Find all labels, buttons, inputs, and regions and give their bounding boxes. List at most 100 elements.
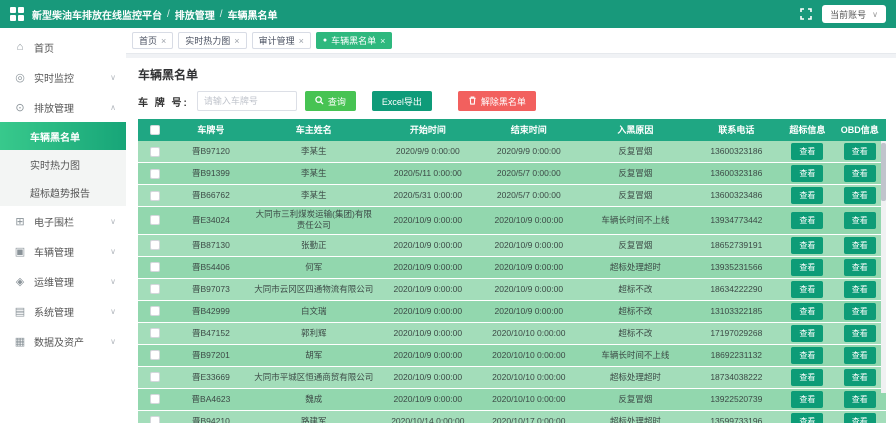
table-scrollbar bbox=[881, 141, 886, 393]
tab-label: 实时热力图 bbox=[185, 34, 230, 47]
view-exceed-info-button[interactable]: 查看 bbox=[791, 303, 823, 320]
data-icon: ▦ bbox=[14, 335, 26, 348]
cell-phone: 13922520739 bbox=[691, 389, 781, 410]
sidebar-item[interactable]: ◈ 运维管理 ∨ bbox=[0, 266, 126, 296]
table-row: 晋B91399 李某生 2020/5/11 0:00:00 2020/5/7 0… bbox=[138, 163, 886, 185]
view-exceed-info-button[interactable]: 查看 bbox=[791, 165, 823, 182]
close-icon[interactable]: × bbox=[380, 36, 385, 46]
cell-start-time: 2020/10/9 0:00:00 bbox=[377, 207, 478, 234]
view-exceed-info-button[interactable]: 查看 bbox=[791, 347, 823, 364]
row-checkbox[interactable] bbox=[150, 394, 160, 404]
chevron-up-icon: ∧ bbox=[110, 103, 116, 112]
view-exceed-info-button[interactable]: 查看 bbox=[791, 259, 823, 276]
view-obd-info-button[interactable]: 查看 bbox=[844, 165, 876, 182]
row-checkbox[interactable] bbox=[150, 215, 160, 225]
view-obd-info-button[interactable]: 查看 bbox=[844, 143, 876, 160]
cell-phone: 13600323186 bbox=[691, 163, 781, 184]
view-obd-info-button[interactable]: 查看 bbox=[844, 212, 876, 229]
select-all-checkbox[interactable] bbox=[150, 125, 160, 135]
blacklist-table: 车牌号车主姓名开始时间结束时间入黑原因联系电话超标信息OBD信息 晋B97120… bbox=[138, 119, 886, 393]
sidebar-item[interactable]: ▤ 系统管理 ∨ bbox=[0, 296, 126, 326]
content-card: 车辆黑名单 车 牌 号: 查询 Excel导出 bbox=[126, 58, 896, 423]
account-dropdown[interactable]: 当前账号 ∨ bbox=[822, 5, 886, 23]
tab-审计管理[interactable]: ● 审计管理 × bbox=[252, 32, 311, 49]
view-obd-info-button[interactable]: 查看 bbox=[844, 187, 876, 204]
search-button[interactable]: 查询 bbox=[305, 91, 356, 111]
row-checkbox[interactable] bbox=[150, 147, 160, 157]
table-row: 晋B54406 何军 2020/10/9 0:00:00 2020/10/9 0… bbox=[138, 257, 886, 279]
close-icon[interactable]: × bbox=[299, 36, 304, 46]
cell-phone: 17197029268 bbox=[691, 323, 781, 344]
view-obd-info-button[interactable]: 查看 bbox=[844, 413, 876, 423]
table-header-row: 车牌号车主姓名开始时间结束时间入黑原因联系电话超标信息OBD信息 bbox=[138, 119, 886, 141]
view-exceed-info-button[interactable]: 查看 bbox=[791, 391, 823, 408]
row-checkbox[interactable] bbox=[150, 284, 160, 294]
cell-start-time: 2020/10/9 0:00:00 bbox=[377, 367, 478, 388]
tab-车辆黑名单[interactable]: ● 车辆黑名单 × bbox=[316, 32, 393, 49]
fullscreen-icon[interactable] bbox=[800, 8, 812, 20]
cell-plate: 晋E34024 bbox=[172, 207, 251, 234]
cell-phone: 13934773442 bbox=[691, 207, 781, 234]
remove-blacklist-button[interactable]: 解除黑名单 bbox=[458, 91, 536, 111]
scrollbar-thumb[interactable] bbox=[881, 143, 886, 201]
row-checkbox[interactable] bbox=[150, 328, 160, 338]
view-obd-info-button[interactable]: 查看 bbox=[844, 281, 876, 298]
table-row: 晋B87130 张勤正 2020/10/9 0:00:00 2020/10/9 … bbox=[138, 235, 886, 257]
sidebar-item[interactable]: ▦ 数据及资产 ∨ bbox=[0, 326, 126, 356]
view-obd-info-button[interactable]: 查看 bbox=[844, 303, 876, 320]
tab-label: 审计管理 bbox=[259, 34, 295, 47]
sidebar-item[interactable]: ⊞ 电子围栏 ∨ bbox=[0, 206, 126, 236]
row-checkbox[interactable] bbox=[150, 350, 160, 360]
excel-export-button[interactable]: Excel导出 bbox=[372, 91, 432, 111]
sidebar-item-label: 首页 bbox=[34, 40, 108, 55]
view-exceed-info-button[interactable]: 查看 bbox=[791, 143, 823, 160]
close-icon[interactable]: × bbox=[234, 36, 239, 46]
row-checkbox[interactable] bbox=[150, 169, 160, 179]
sidebar-item-label: 车辆管理 bbox=[34, 244, 102, 259]
row-checkbox[interactable] bbox=[150, 240, 160, 250]
plate-number-input[interactable] bbox=[197, 91, 297, 111]
table-row: 晋BA4623 魏成 2020/10/9 0:00:00 2020/10/10 … bbox=[138, 389, 886, 411]
view-exceed-info-button[interactable]: 查看 bbox=[791, 281, 823, 298]
ops-icon: ◈ bbox=[14, 275, 26, 288]
row-checkbox[interactable] bbox=[150, 306, 160, 316]
row-checkbox[interactable] bbox=[150, 262, 160, 272]
cell-end-time: 2020/10/17 0:00:00 bbox=[478, 411, 579, 423]
sidebar-item[interactable]: ⊙ 排放管理 ∧ bbox=[0, 92, 126, 122]
cell-plate: 晋E33669 bbox=[172, 367, 251, 388]
row-checkbox[interactable] bbox=[150, 191, 160, 201]
cell-phone: 18734038222 bbox=[691, 367, 781, 388]
sidebar-item[interactable]: ▣ 车辆管理 ∨ bbox=[0, 236, 126, 266]
cell-end-time: 2020/10/9 0:00:00 bbox=[478, 235, 579, 256]
cell-plate: 晋B42999 bbox=[172, 301, 251, 322]
tab-实时热力图[interactable]: ● 实时热力图 × bbox=[178, 32, 246, 49]
sidebar-subitem[interactable]: 超标趋势报告 bbox=[0, 178, 126, 206]
view-exceed-info-button[interactable]: 查看 bbox=[791, 325, 823, 342]
chevron-down-icon: ∨ bbox=[110, 217, 116, 226]
sidebar-subitem[interactable]: 实时热力图 bbox=[0, 150, 126, 178]
cell-reason: 超标处理超时 bbox=[579, 257, 691, 278]
view-obd-info-button[interactable]: 查看 bbox=[844, 347, 876, 364]
sidebar-item[interactable]: ⌂ 首页 bbox=[0, 32, 126, 62]
view-obd-info-button[interactable]: 查看 bbox=[844, 391, 876, 408]
view-exceed-info-button[interactable]: 查看 bbox=[791, 413, 823, 423]
view-obd-info-button[interactable]: 查看 bbox=[844, 325, 876, 342]
cell-plate: 晋B87130 bbox=[172, 235, 251, 256]
view-obd-info-button[interactable]: 查看 bbox=[844, 259, 876, 276]
row-checkbox[interactable] bbox=[150, 416, 160, 423]
page-title: 车辆黑名单 bbox=[138, 66, 886, 83]
view-obd-info-button[interactable]: 查看 bbox=[844, 237, 876, 254]
view-exceed-info-button[interactable]: 查看 bbox=[791, 237, 823, 254]
close-icon[interactable]: × bbox=[161, 36, 166, 46]
row-checkbox[interactable] bbox=[150, 372, 160, 382]
app-header: 新型柴油车排放在线监控平台 / 排放管理 / 车辆黑名单 当前账号 ∨ bbox=[0, 0, 896, 28]
view-exceed-info-button[interactable]: 查看 bbox=[791, 369, 823, 386]
sidebar-item[interactable]: ◎ 实时监控 ∨ bbox=[0, 62, 126, 92]
view-obd-info-button[interactable]: 查看 bbox=[844, 369, 876, 386]
sidebar-subitem[interactable]: 车辆黑名单 bbox=[0, 122, 126, 150]
column-header: 联系电话 bbox=[691, 119, 781, 141]
view-exceed-info-button[interactable]: 查看 bbox=[791, 187, 823, 204]
view-exceed-info-button[interactable]: 查看 bbox=[791, 212, 823, 229]
tab-首页[interactable]: ● 首页 × bbox=[132, 32, 173, 49]
table-row: 晋B42999 白文瑞 2020/10/9 0:00:00 2020/10/9 … bbox=[138, 301, 886, 323]
